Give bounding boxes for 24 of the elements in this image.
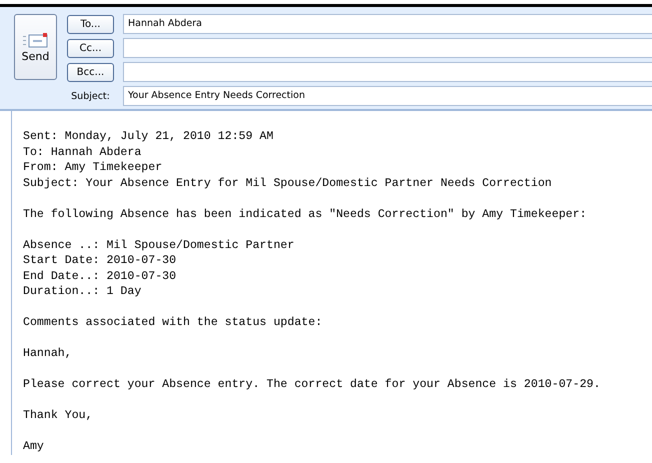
message-line: Please correct your Absence entry. The correct date for your Absence is 2010-07-29. <box>23 377 602 392</box>
message-line: End Date..: 2010-07-30 <box>23 268 178 284</box>
message-line: Duration..: 1 Day <box>23 284 142 300</box>
message-line: Sent: Monday, July 21, 2010 12:59 AM <box>23 129 274 144</box>
message-line: The following Absence has been indicated as "Needs Correction" by Amy Timekeeper: <box>23 206 588 222</box>
message-line: Absence ..: Mil Spouse/Domestic Partner <box>23 238 296 253</box>
subject-field[interactable]: Your Absence Entry Needs Correction <box>123 86 652 106</box>
envelope-icon <box>22 32 48 48</box>
address-button[interactable]: Cc... <box>67 38 114 58</box>
address-button[interactable]: To... <box>67 14 114 34</box>
address-field[interactable]: Hannah Abdera <box>123 14 652 34</box>
address-field[interactable] <box>123 38 652 58</box>
message-line: Hannah, <box>23 346 73 362</box>
subject-label: Subject: <box>70 90 111 102</box>
message-line: To: Hannah Abdera <box>23 144 142 160</box>
message-line: Start Date: 2010-07-30 <box>23 253 178 268</box>
send-button[interactable]: Send <box>14 14 57 80</box>
message-line: Amy <box>23 439 45 454</box>
address-field[interactable] <box>123 62 652 82</box>
message-line: From: Amy Timekeeper <box>23 160 164 176</box>
message-line: Subject: Your Absence Entry for Mil Spouse/Domestic Partner Needs Correction <box>23 176 553 191</box>
address-button[interactable]: Bcc... <box>67 62 114 82</box>
message-line: Comments associated with the status update: <box>23 315 324 330</box>
message-line: Thank You, <box>23 408 94 424</box>
